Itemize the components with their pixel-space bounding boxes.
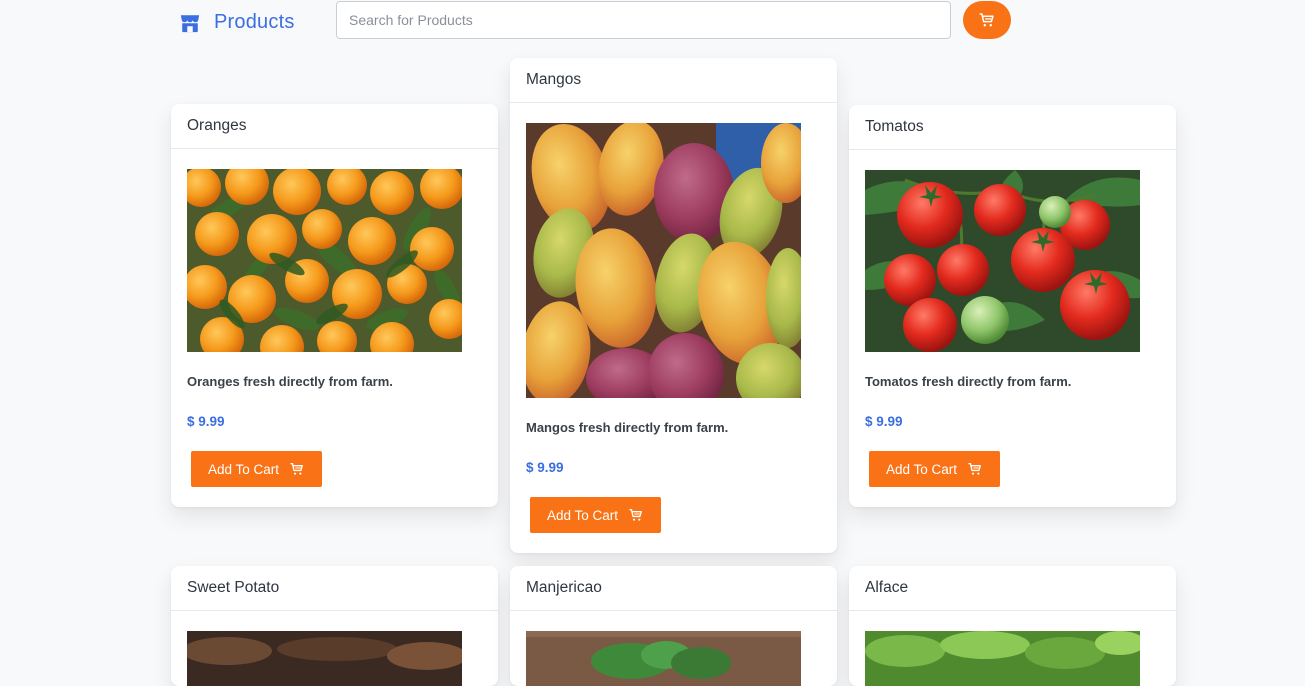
add-to-cart-label: Add To Cart bbox=[546, 507, 619, 523]
product-card: Mangos Mangos fresh directly from farm. … bbox=[510, 58, 837, 553]
product-card: Tomatos Tomatos fresh directly from farm… bbox=[849, 105, 1176, 507]
product-description: Oranges fresh directly from farm. bbox=[187, 374, 393, 389]
product-card: Alface bbox=[849, 566, 1176, 686]
cart-button[interactable] bbox=[963, 1, 1011, 39]
card-title: Manjericao bbox=[510, 566, 837, 611]
product-card: Oranges Oranges fresh directly from farm… bbox=[171, 104, 498, 507]
card-title: Alface bbox=[849, 566, 1176, 611]
add-to-cart-button[interactable]: Add To Cart bbox=[530, 497, 661, 533]
product-description: Tomatos fresh directly from farm. bbox=[865, 374, 1072, 389]
product-card: Manjericao bbox=[510, 566, 837, 686]
add-to-cart-button[interactable]: Add To Cart bbox=[869, 451, 1000, 487]
card-title: Oranges bbox=[171, 104, 498, 149]
store-icon bbox=[179, 12, 201, 34]
mangos-image bbox=[526, 123, 801, 398]
card-title: Tomatos bbox=[849, 105, 1176, 150]
search-input[interactable] bbox=[336, 1, 951, 39]
cart-icon bbox=[628, 507, 644, 523]
product-price: $ 9.99 bbox=[865, 414, 903, 429]
card-title: Sweet Potato bbox=[171, 566, 498, 611]
product-price: $ 9.99 bbox=[526, 460, 564, 475]
add-to-cart-button[interactable]: Add To Cart bbox=[191, 451, 322, 487]
brand[interactable]: Products bbox=[179, 11, 295, 34]
cart-icon bbox=[967, 461, 983, 477]
product-card: Sweet Potato bbox=[171, 566, 498, 686]
alface-image bbox=[865, 631, 1140, 686]
brand-label: Products bbox=[214, 11, 295, 33]
top-bar: Products bbox=[0, 0, 1305, 44]
sweet-potato-image bbox=[187, 631, 462, 686]
product-price: $ 9.99 bbox=[187, 414, 225, 429]
card-title: Mangos bbox=[510, 58, 837, 103]
add-to-cart-label: Add To Cart bbox=[885, 461, 958, 477]
oranges-image bbox=[187, 169, 462, 352]
manjericao-image bbox=[526, 631, 801, 686]
product-description: Mangos fresh directly from farm. bbox=[526, 420, 729, 435]
cart-icon bbox=[289, 461, 305, 477]
cart-icon bbox=[978, 11, 996, 29]
tomatos-image bbox=[865, 170, 1140, 352]
add-to-cart-label: Add To Cart bbox=[207, 461, 280, 477]
